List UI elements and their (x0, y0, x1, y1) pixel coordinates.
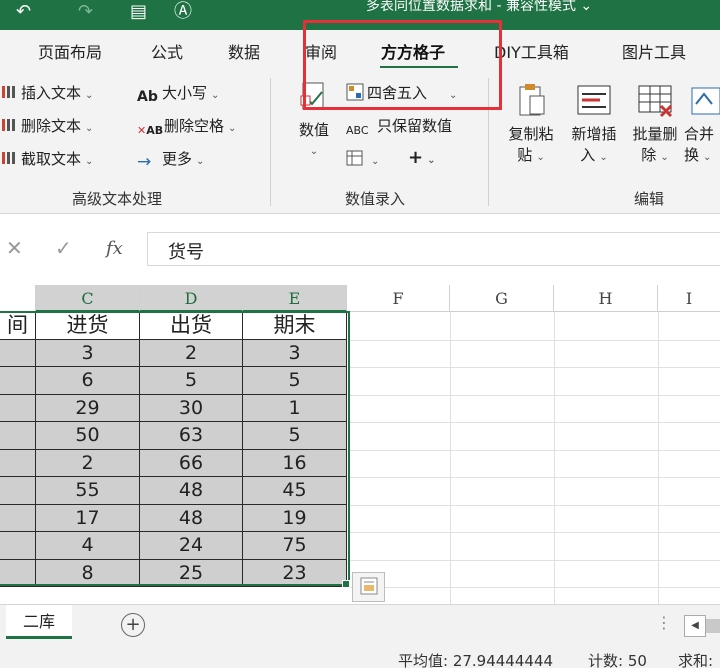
delete-text-button[interactable]: 删除文本 ⌄ (0, 116, 93, 139)
grid-line (350, 504, 720, 506)
grid-line (350, 367, 720, 368)
grid-line (350, 477, 720, 478)
column-header-d[interactable]: D (140, 285, 243, 312)
grid-line (350, 394, 720, 396)
status-bar: 平均值: 27.94444444 计数: 50 求和: (0, 644, 720, 668)
scroll-left-button[interactable]: ◀ (684, 615, 706, 637)
status-average: 平均值: 27.94444444 (398, 652, 554, 668)
function-icon[interactable]: fx (106, 238, 123, 259)
tab-page-layout[interactable]: 页面布局 (38, 39, 102, 63)
column-header-c[interactable]: C (36, 285, 140, 312)
insert-text-button[interactable]: 插入文本 ⌄ (0, 83, 93, 106)
check-icon[interactable]: ✓ (55, 236, 72, 260)
tab-picture-tools[interactable]: 图片工具 (622, 39, 686, 63)
case-icon: Ab (137, 89, 158, 105)
window-title: 多表同位置数据求和 - 兼容性模式 ⌄ (366, 0, 593, 14)
column-header-partial[interactable] (0, 285, 36, 312)
plus-icon: + (125, 614, 141, 635)
extract-text-button[interactable]: 截取文本 ⌄ (0, 149, 93, 172)
keep-value-button[interactable]: ABC 只保留数值 (346, 116, 452, 139)
insert-rows-icon (577, 85, 611, 115)
tab-formulas[interactable]: 公式 (151, 39, 183, 63)
grid-line (350, 559, 720, 561)
fill-handle[interactable] (342, 580, 350, 588)
add-insert-button[interactable]: 新增插 入 ⌄ (563, 82, 625, 168)
selection-border (0, 311, 350, 586)
clipboard-icon (519, 84, 545, 116)
abc-icon: ABC (346, 124, 369, 137)
cancel-icon[interactable]: ✕ (6, 236, 23, 260)
edit-group-label: 编辑 (634, 190, 665, 208)
more-button[interactable]: → 更多 ⌄ (137, 149, 204, 172)
more-sheets-icon[interactable]: ⋮ (656, 613, 672, 632)
grid-line (350, 532, 720, 533)
merge-button[interactable]: 合并 换 ⌄ (684, 82, 720, 168)
font-icon[interactable]: Ⓐ (174, 2, 192, 22)
status-sum: 求和: (678, 652, 714, 668)
batch-delete-icon (638, 85, 673, 118)
plus-icon: + (408, 147, 424, 168)
grid-line (350, 587, 720, 588)
merge-icon (691, 87, 720, 115)
remove-space-icon: ✕AB (137, 124, 164, 137)
column-header-f[interactable]: F (347, 285, 450, 312)
add-sheet-button[interactable]: + (121, 613, 145, 637)
sheet-tab-active[interactable]: 二库 (6, 605, 72, 639)
cell-format-button[interactable]: ⌄ (346, 149, 379, 172)
column-header-h[interactable]: H (554, 285, 658, 312)
grid-line (350, 339, 720, 341)
tab-diy-toolbox[interactable]: DIY工具箱 (494, 39, 569, 63)
column-header-i[interactable]: I (658, 285, 720, 312)
add-button[interactable]: + ⌄ (408, 148, 435, 171)
text-group-label: 高级文本处理 (72, 190, 163, 208)
redo-icon[interactable]: ↷ (78, 2, 93, 22)
insert-text-icon (0, 83, 18, 101)
formula-input[interactable]: 货号 (147, 232, 720, 266)
formula-bar: ✕ ✓ fx 货号 (0, 228, 720, 271)
column-headers: C D E F G H I (0, 285, 720, 312)
highlight-annotation (303, 20, 502, 110)
extract-text-icon (0, 149, 18, 167)
remove-space-button[interactable]: ✕AB删除空格 ⌄ (137, 116, 236, 139)
ribbon-separator (270, 78, 271, 206)
horizontal-scrollbar[interactable] (706, 619, 720, 633)
column-header-e[interactable]: E (243, 285, 347, 312)
tab-data[interactable]: 数据 (228, 39, 260, 63)
quick-analysis-icon (360, 577, 378, 595)
sheet-tab-bar: 二库 + ⋮ ◀ (0, 604, 720, 644)
quick-analysis-button[interactable] (352, 572, 385, 602)
cell-format-icon (346, 149, 364, 167)
value-group-label: 数值录入 (345, 190, 406, 208)
grid-line (350, 449, 720, 451)
arrow-right-icon: → (137, 152, 152, 172)
undo-icon[interactable]: ↶ (16, 2, 31, 22)
copy-paste-button[interactable]: 复制粘 贴 ⌄ (500, 82, 562, 168)
delete-text-icon (0, 116, 18, 134)
case-button[interactable]: Ab 大小写 ⌄ (137, 83, 219, 106)
column-header-g[interactable]: G (450, 285, 554, 312)
batch-delete-button[interactable]: 批量删 除 ⌄ (624, 82, 686, 168)
print-icon[interactable]: ▤ (130, 2, 147, 22)
status-count: 计数: 50 (588, 652, 647, 668)
grid-line (350, 422, 720, 423)
